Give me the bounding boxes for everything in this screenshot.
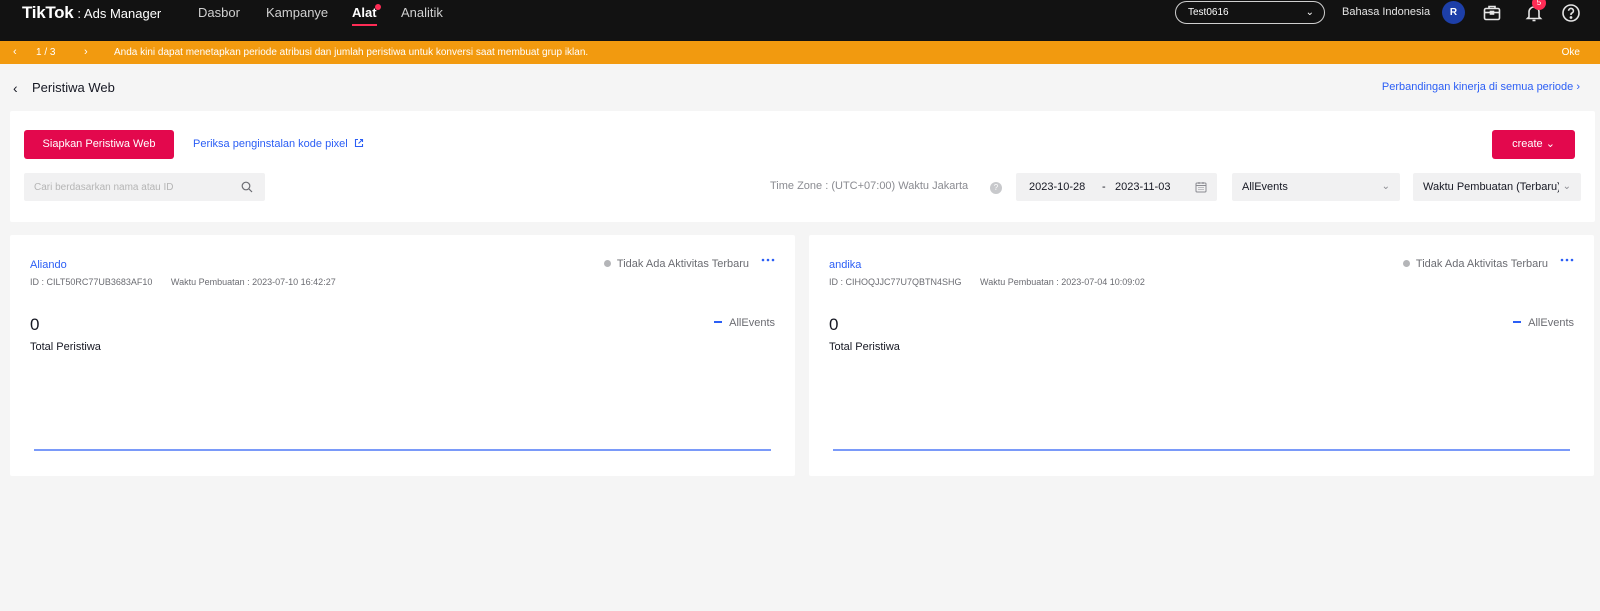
help-icon[interactable]: ? bbox=[990, 182, 1002, 194]
total-events-count: 0 bbox=[829, 315, 839, 334]
chevron-down-icon: ⌄ bbox=[1305, 7, 1314, 18]
account-select[interactable]: Test0616 ⌄ bbox=[1175, 1, 1325, 24]
logo-sub: : Ads Manager bbox=[77, 6, 162, 21]
language-switcher[interactable]: Bahasa Indonesia bbox=[1342, 6, 1430, 18]
date-range-picker[interactable]: 2023-10-28 - 2023-11-03 bbox=[1016, 173, 1217, 201]
pixel-id: ID : CIHOQJJC77U7QBTN4SHG bbox=[829, 277, 962, 287]
total-events-count: 0 bbox=[30, 315, 40, 334]
legend-swatch bbox=[1513, 321, 1522, 323]
compare-performance-link[interactable]: Perbandingan kinerja di semua periode › bbox=[1382, 81, 1580, 93]
nav-item-label: Dasbor bbox=[198, 5, 240, 20]
nav-item-dasbor[interactable]: Dasbor bbox=[198, 6, 240, 26]
chevron-down-icon: ⌄ bbox=[1562, 181, 1571, 192]
pixel-name-link[interactable]: andika bbox=[829, 259, 861, 271]
pixel-meta: ID : CILT50RC77UB3683AF10 Waktu Pembuata… bbox=[30, 277, 336, 287]
nav-item-label: Analitik bbox=[401, 5, 443, 20]
chevron-down-icon: ⌄ bbox=[1545, 138, 1555, 150]
search-input[interactable] bbox=[24, 173, 224, 201]
status-text: Tidak Ada Aktivitas Terbaru bbox=[1415, 258, 1548, 270]
search-icon[interactable] bbox=[241, 181, 253, 193]
announcement-pager: 1 / 3 bbox=[36, 47, 56, 58]
account-name: Test0616 bbox=[1188, 7, 1229, 18]
chevron-right-icon: › bbox=[1576, 81, 1580, 93]
date-separator: - bbox=[1102, 181, 1106, 193]
compare-link-label: Perbandingan kinerja di semua periode bbox=[1381, 81, 1574, 93]
nav-item-kampanye[interactable]: Kampanye bbox=[266, 6, 328, 26]
pixel-card: Aliando ID : CILT50RC77UB3683AF10 Waktu … bbox=[10, 235, 795, 476]
events-chart bbox=[833, 449, 1570, 451]
sort-select-value: Waktu Pembuatan (Terbaru) bbox=[1423, 181, 1559, 193]
pixel-card: andika ID : CIHOQJJC77U7QBTN4SHG Waktu P… bbox=[809, 235, 1594, 476]
announcement-bar: ‹ 1 / 3 › Anda kini dapat menetapkan per… bbox=[0, 41, 1600, 64]
calendar-icon bbox=[1195, 182, 1207, 193]
status-indicator: Tidak Ada Aktivitas Terbaru bbox=[603, 258, 749, 270]
nav-item-label: Alat bbox=[352, 5, 377, 20]
external-link-icon bbox=[354, 138, 363, 148]
chart-legend: AllEvents bbox=[1513, 317, 1574, 329]
avatar[interactable]: R bbox=[1442, 1, 1465, 24]
status-dot bbox=[603, 260, 611, 267]
legend-swatch bbox=[714, 321, 723, 323]
more-options-icon[interactable] bbox=[1560, 256, 1574, 264]
nav-item-label: Kampanye bbox=[266, 5, 329, 20]
more-options-icon[interactable] bbox=[761, 256, 775, 264]
setup-web-event-button[interactable]: Siapkan Peristiwa Web bbox=[24, 130, 174, 159]
status-text: Tidak Ada Aktivitas Terbaru bbox=[616, 258, 749, 270]
pixel-created: Waktu Pembuatan : 2023-07-10 16:42:27 bbox=[170, 277, 336, 287]
status-indicator: Tidak Ada Aktivitas Terbaru bbox=[1402, 258, 1548, 270]
legend-label: AllEvents bbox=[729, 317, 775, 329]
legend-label: AllEvents bbox=[1528, 317, 1574, 329]
date-start: 2023-10-28 bbox=[1029, 181, 1086, 193]
chevron-right-icon[interactable]: › bbox=[84, 41, 88, 64]
briefcase-icon[interactable] bbox=[1482, 3, 1502, 23]
chevron-down-icon: ⌄ bbox=[1381, 181, 1390, 192]
timezone-label: Time Zone : (UTC+07:00) Waktu Jakarta bbox=[770, 180, 969, 192]
check-pixel-install-link[interactable]: Periksa penginstalan kode pixel bbox=[193, 138, 364, 150]
pixel-created: Waktu Pembuatan : 2023-07-04 10:09:02 bbox=[980, 277, 1145, 287]
events-select[interactable]: AllEvents ⌄ bbox=[1232, 173, 1400, 201]
events-select-value: AllEvents bbox=[1242, 181, 1288, 193]
search-box bbox=[24, 173, 265, 201]
page-title: Peristiwa Web bbox=[32, 80, 115, 95]
date-end: 2023-11-03 bbox=[1115, 181, 1171, 193]
back-arrow-icon[interactable]: ‹ bbox=[13, 80, 18, 96]
logo-main: TikTok bbox=[22, 3, 74, 22]
check-link-label: Periksa penginstalan kode pixel bbox=[193, 138, 348, 150]
nav-item-alat[interactable]: Alat bbox=[352, 4, 381, 26]
total-events-label: Total Peristiwa bbox=[829, 341, 900, 353]
sort-select[interactable]: Waktu Pembuatan (Terbaru) ⌄ bbox=[1413, 173, 1581, 201]
events-chart bbox=[34, 449, 771, 451]
status-dot bbox=[1402, 260, 1410, 267]
create-button-label: create bbox=[1512, 138, 1543, 150]
announcement-ok-button[interactable]: Oke bbox=[1562, 41, 1580, 64]
toolbar-panel: Siapkan Peristiwa Web Periksa penginstal… bbox=[10, 111, 1595, 222]
pixel-name-link[interactable]: Aliando bbox=[30, 259, 67, 271]
active-tab-indicator bbox=[352, 24, 377, 26]
announcement-message: Anda kini dapat menetapkan periode atrib… bbox=[114, 47, 589, 58]
create-button[interactable]: create ⌄ bbox=[1492, 130, 1575, 159]
pixel-meta: ID : CIHOQJJC77U7QBTN4SHG Waktu Pembuata… bbox=[829, 277, 1145, 287]
chevron-left-icon[interactable]: ‹ bbox=[13, 41, 17, 64]
logo[interactable]: TikTok : Ads Manager bbox=[22, 3, 161, 23]
notification-dot bbox=[374, 4, 381, 10]
total-events-label: Total Peristiwa bbox=[30, 341, 101, 353]
nav-item-analitik[interactable]: Analitik bbox=[401, 6, 443, 26]
top-nav: TikTok : Ads Manager Dasbor Kampanye Ala… bbox=[0, 0, 1600, 41]
help-circle-icon[interactable] bbox=[1561, 3, 1581, 23]
pixel-id: ID : CILT50RC77UB3683AF10 bbox=[30, 277, 153, 287]
chart-legend: AllEvents bbox=[714, 317, 775, 329]
